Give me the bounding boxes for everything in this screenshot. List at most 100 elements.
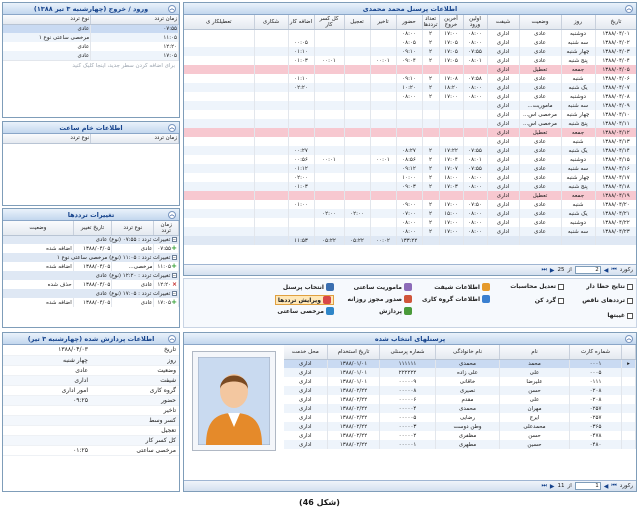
edit-entries-button[interactable]: ویرایش ترددها	[274, 295, 334, 305]
table-row[interactable]: +۰۷:۵۵ عادی ۱۳۸۸/۰۴/۰۵ اضافه شده	[3, 244, 179, 253]
column-header[interactable]: حضور	[396, 15, 423, 30]
adjust-checkbox[interactable]: تعدیل محاسبات	[510, 283, 564, 290]
errors-checkbox-box[interactable]	[627, 283, 633, 290]
collapse-icon[interactable]: ︿	[168, 124, 176, 132]
column-header[interactable]: شماره پرسنلی	[379, 345, 436, 360]
collapse-icon[interactable]: ︿	[625, 335, 633, 343]
incomplete-checkbox-box[interactable]	[627, 297, 633, 304]
list-item[interactable]: ۱۲:۲۰ عادی	[3, 42, 179, 51]
table-row[interactable]: ۱۳۸۸/۰۴/۱۹ جمعه تعطیل اداری	[184, 191, 636, 200]
column-header[interactable]: اضافه کار	[288, 15, 315, 30]
column-header[interactable]: تعجیل	[344, 15, 371, 30]
table-row[interactable]: ۱۳۸۸/۰۴/۱۲ جمعه تعطیل اداری	[184, 128, 636, 137]
group-row[interactable]: − تغییرات تردد : ۱۷:۰۵ (نوع) عادی	[3, 289, 179, 298]
column-header[interactable]: تعطیلکار ی	[184, 15, 255, 30]
last-page-icon[interactable]: ⏭	[542, 482, 547, 490]
col-entry-time[interactable]: زمان تردد	[90, 15, 179, 25]
table-row[interactable]: +۱۷:۰۵ عادی ۱۳۸۸/۰۴/۰۵ اضافه شده	[3, 298, 179, 307]
daily-permit-button[interactable]: صدور مجوز روزانه	[348, 295, 412, 303]
prev-page-icon[interactable]: ◀	[604, 483, 609, 490]
collapse-icon[interactable]: ︿	[168, 5, 176, 13]
column-header[interactable]: نام خانوادگی	[435, 345, 500, 360]
table-row[interactable]: ۱۳۸۸/۰۴/۰۵ جمعه تعطیل اداری	[184, 65, 636, 74]
table-row[interactable]: ۰۳۶۵ محمدعلی وطن دوست ۰۰۰۰۰۳ ۱۳۸۸/۰۲/۲۲ اداری	[283, 422, 636, 431]
table-row[interactable]: ۱۳۸۸/۰۴/۱۱ پنج شنبه مرخصی اس... اداری	[184, 119, 636, 128]
column-header[interactable]: نام	[499, 345, 570, 360]
errors-checkbox[interactable]: نتایج خطا دار	[586, 283, 633, 290]
column-header[interactable]: کل کسر کار	[314, 15, 345, 30]
table-row[interactable]: ۱۳۸۸/۰۴/۱۵ دوشنبه عادی اداری ۰۸:۰۱ ۱۷:۰۴ ۲ ۰۸:۵…	[184, 155, 636, 164]
list-item[interactable]: ۱۱:۰۵ مرخصی ساعتی نوع ۱	[3, 33, 179, 42]
table-row[interactable]: ۱۳۸۸/۰۴/۰۲ سه شنبه عادی اداری ۰۸:۰۰ ۱۷:۰۵ ۲ ۰۸:…	[184, 38, 636, 47]
table-row[interactable]: ۱۳۸۸/۰۴/۱۳ شنبه عادی اداری	[184, 137, 636, 146]
col-raw-type[interactable]: نوع تردد	[3, 134, 92, 144]
table-row[interactable]: ۱۳۸۸/۰۴/۱۸ پنج شنبه عادی اداری ۰۸:۰۰ ۱۷:۰۳ ۲ ۰۹…	[184, 182, 636, 191]
column-header[interactable]: آخرین خروج	[439, 15, 464, 30]
page-number-input[interactable]: 2	[574, 266, 601, 274]
table-row[interactable]: ۱۳۸۸/۰۴/۰۸ دوشنبه عادی اداری ۰۸:۰۰ ۱۷:۰۰ ۲ ۰۸:۰…	[184, 92, 636, 101]
col-change-time[interactable]: زمان تردد	[153, 221, 179, 236]
column-header[interactable]: تاخیر	[370, 15, 397, 30]
column-header[interactable]: تاریخ استخدام	[327, 345, 380, 360]
column-header[interactable]: تاریخ	[595, 15, 636, 30]
column-header[interactable]: شکاری	[254, 15, 289, 30]
column-header[interactable]: وضعیت	[519, 15, 562, 30]
column-header[interactable]: محل خدمت	[283, 345, 328, 360]
table-row[interactable]: ۰۱۱۱ علیرضا خاقانی ۰۰۰۰۰۹ ۱۳۸۸/۰۱/۰۱ اداری	[283, 377, 636, 386]
table-row[interactable]: ۰۴۸۰ حسین مطهری ۰۰۰۰۰۱ ۱۳۸۸/۰۲/۲۲ اداری	[283, 440, 636, 449]
incomplete-checkbox[interactable]: ترددهای ناقص	[582, 297, 633, 304]
absence-checkbox-box[interactable]	[627, 312, 633, 319]
hourly-leave-button[interactable]: مرخصی ساعتی	[277, 307, 334, 315]
collapse-toggle-icon[interactable]: −	[172, 236, 177, 242]
prev-page-icon[interactable]: ◀	[604, 267, 609, 274]
table-row[interactable]: ۱۳۸۸/۰۴/۱۶ سه شنبه عادی اداری ۰۷:۵۵ ۱۷:۰۷ ۲ ۰۹:…	[184, 164, 636, 173]
next-page-icon[interactable]: ▶	[550, 483, 555, 490]
col-change-status[interactable]: وضعیت	[3, 221, 74, 236]
collapse-toggle-icon[interactable]: −	[172, 254, 177, 260]
first-page-icon[interactable]: ⏮	[611, 266, 616, 274]
table-row[interactable]: ۱۳۸۸/۰۴/۰۴ پنج شنبه عادی اداری ۰۸:۰۱ ۱۷:۰۵ ۲ ۰۹…	[184, 56, 636, 65]
table-row[interactable]: ×۱۲:۲۰ عادی ۱۳۸۸/۰۴/۰۵ حذف شده	[3, 280, 179, 289]
table-row[interactable]: ۰۰۰۵ علی علی زاده ۲۲۲۲۲۲ ۱۳۸۸/۰۱/۰۱ اداری	[283, 368, 636, 377]
table-row[interactable]: ۱۳۸۸/۰۴/۱۰ چهار شنبه مرخصی اس... اداری	[184, 110, 636, 119]
table-row[interactable]: ۰۴۷۸ حسن مظفری ۰۰۰۰۰۲ ۱۳۸۸/۰۲/۲۲ اداری	[283, 431, 636, 440]
column-header[interactable]: شماره کارت	[569, 345, 622, 360]
adjust-checkbox-box[interactable]	[558, 283, 564, 290]
next-page-icon[interactable]: ▶	[550, 267, 555, 274]
table-row[interactable]: ۱۳۸۸/۰۴/۲۰ شنبه عادی اداری ۰۷:۵۰ ۱۷:۰۰ ۲ ۰۹:۰۰ ۰…	[184, 200, 636, 209]
table-row[interactable]: ▸ ۰۰۰۱ محمد محمدی ۱۱۱۱۱۱ ۱۳۸۸/۰۱/۰۱ اداری	[283, 359, 636, 368]
group-row[interactable]: − تغییرات تردد : ۱۲:۲۰ (نوع) عادی	[3, 271, 179, 280]
column-header[interactable]: شیفت	[487, 15, 520, 30]
group-row[interactable]: − تغییرات تردد : ۰۷:۵۵ (نوع) عادی	[3, 235, 179, 244]
process-button[interactable]: پردازش	[379, 307, 412, 315]
last-page-icon[interactable]: ⏭	[542, 266, 547, 274]
column-header[interactable]: اولین ورود	[463, 15, 488, 30]
page-number-input[interactable]: 1	[574, 482, 601, 490]
shift-info-button[interactable]: اطلاعات شیفت	[434, 283, 490, 291]
collapse-icon[interactable]: ︿	[168, 211, 176, 219]
table-row[interactable]: ۱۳۸۸/۰۴/۲۲ دوشنبه عادی اداری ۰۸:۰۰ ۱۷:۰۰ ۲ ۰۸:۰…	[184, 218, 636, 227]
col-change-date[interactable]: تاریخ تغییر	[73, 221, 113, 236]
table-row[interactable]: ۱۳۸۸/۰۴/۰۷ یک شنبه عادی اداری ۰۸:۰۰ ۱۸:۲۰ ۲ ۱۰:…	[184, 83, 636, 92]
table-row[interactable]: ۱۳۸۸/۰۴/۲۳ سه شنبه عادی اداری ۰۸:۰۰ ۱۷:۰۰ ۲ ۰۸:…	[184, 227, 636, 236]
round-checkbox[interactable]: گرد کن	[535, 297, 564, 304]
table-row[interactable]: ۱۳۸۸/۰۴/۰۳ چهار شنبه عادی اداری ۰۷:۵۵ ۱۷:۰۵ ۲ ۰…	[184, 47, 636, 56]
table-row[interactable]: ۱۳۸۸/۰۴/۱۴ یک شنبه عادی اداری ۰۷:۵۵ ۱۷:۲۲ ۲ ۰۸:…	[184, 146, 636, 155]
collapse-toggle-icon[interactable]: −	[172, 272, 177, 278]
first-page-icon[interactable]: ⏮	[611, 482, 616, 490]
col-entry-type[interactable]: نوع تردد	[3, 15, 92, 25]
table-row[interactable]: ۱۳۸۸/۰۴/۰۱ دوشنبه عادی اداری ۰۸:۰۰ ۱۷:۰۰ ۲ ۰۸:۰…	[184, 29, 636, 38]
list-item[interactable]: ۱۷:۰۵ عادی	[3, 51, 179, 60]
col-change-type[interactable]: نوع تردد	[111, 221, 155, 236]
table-row[interactable]: ۰۲۰۸ حسن نصیری ۰۰۰۰۰۸ ۱۳۸۸/۰۲/۲۲ اداری	[283, 386, 636, 395]
table-row[interactable]: +۱۱:۰۵ مرخصی... ۱۳۸۸/۰۴/۰۵ اضافه شده	[3, 262, 179, 271]
table-row[interactable]: ۰۲۰۸ علی مقدم ۰۰۰۰۰۶ ۱۳۸۸/۰۲/۲۲ اداری	[283, 395, 636, 404]
collapse-icon[interactable]: ︿	[168, 335, 176, 343]
column-header[interactable]: روز	[561, 15, 596, 30]
table-row[interactable]: ۰۲۵۷ ایرج رضایی ۰۰۰۰۰۵ ۱۳۸۸/۰۲/۲۲ اداری	[283, 413, 636, 422]
table-row[interactable]: ۱۳۸۸/۰۴/۲۱ یک شنبه عادی اداری ۰۸:۰۰ ۱۵:۰۰ ۲ ۰۷:…	[184, 209, 636, 218]
table-row[interactable]: ۰۲۵۷ مهران محمدی ۰۰۰۰۰۴ ۱۳۸۸/۰۲/۲۲ اداری	[283, 404, 636, 413]
add-row-hint[interactable]: برای اضافه کردن سطر جدید، اینجا کلیک کنی…	[3, 60, 179, 71]
collapse-icon[interactable]: ︿	[625, 5, 633, 13]
col-raw-time[interactable]: زمان تردد	[90, 134, 179, 144]
